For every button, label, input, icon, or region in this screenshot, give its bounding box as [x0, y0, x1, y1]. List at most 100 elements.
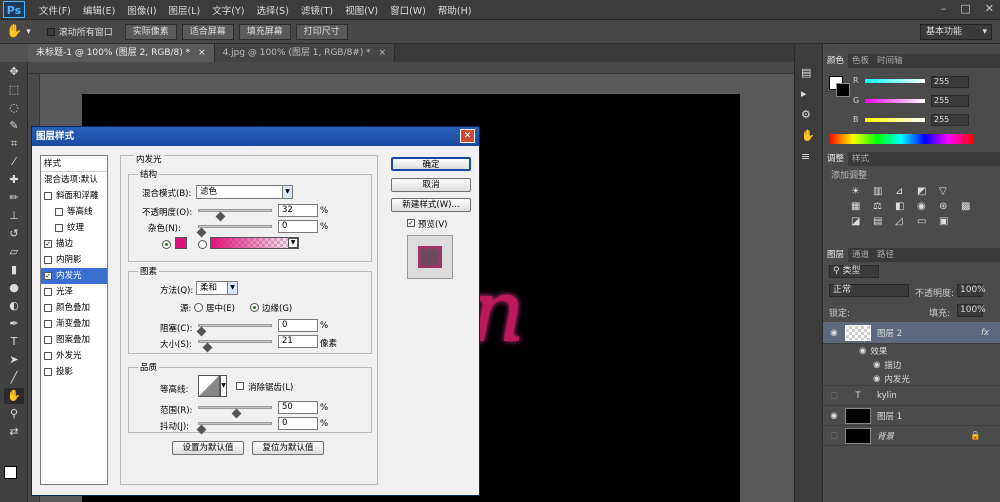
layer-name[interactable]: 图层 2	[877, 327, 902, 339]
zoom-tool-icon[interactable]: ⚲	[4, 406, 24, 422]
menu-image[interactable]: 图像(I)	[121, 3, 162, 17]
style-item[interactable]: 斜面和浮雕	[41, 188, 107, 204]
reset-default-button[interactable]: 复位为默认值	[252, 441, 324, 455]
tab-close-icon[interactable]: ×	[379, 48, 387, 58]
tab-paths[interactable]: 路径	[873, 248, 898, 262]
menu-select[interactable]: 选择(S)	[250, 3, 294, 17]
blend-mode-select[interactable]: 滤色 ▼	[196, 185, 293, 199]
style-item[interactable]: 外发光	[41, 348, 107, 364]
fit-screen-button[interactable]: 适合屏幕	[181, 23, 234, 40]
levels-icon[interactable]: ▥	[873, 186, 891, 197]
menu-file[interactable]: 文件(F)	[33, 3, 77, 17]
style-checkbox[interactable]	[44, 320, 52, 328]
exposure-icon[interactable]: ◩	[917, 186, 935, 197]
style-item[interactable]: ✓ 内发光	[41, 268, 107, 284]
style-item[interactable]: ✓ 描边	[41, 236, 107, 252]
blur-tool-icon[interactable]: ●	[4, 280, 24, 296]
properties-panel-icon[interactable]: ⚙	[801, 108, 816, 121]
dialog-close-icon[interactable]: ✕	[460, 129, 475, 143]
style-item[interactable]: 颜色叠加	[41, 300, 107, 316]
clone-stamp-icon[interactable]: ⊥	[4, 208, 24, 224]
style-checkbox[interactable]	[44, 304, 52, 312]
style-item[interactable]: 光泽	[41, 284, 107, 300]
move-tool-icon[interactable]: ✥	[4, 64, 24, 80]
jitter-slider[interactable]	[198, 422, 272, 425]
tab-adjustments[interactable]: 调整	[823, 152, 849, 166]
eraser-tool-icon[interactable]: ▱	[4, 244, 24, 260]
style-item[interactable]: 内阴影	[41, 252, 107, 268]
style-item[interactable]: 混合选项:默认	[41, 172, 107, 188]
brush-tool-icon[interactable]: ✏	[4, 190, 24, 206]
crop-tool-icon[interactable]: ⌗	[4, 136, 24, 152]
opacity-input[interactable]: 32	[278, 204, 318, 217]
curves-icon[interactable]: ⊿	[895, 186, 913, 197]
style-item[interactable]: 图案叠加	[41, 332, 107, 348]
menu-window[interactable]: 窗口(W)	[384, 3, 432, 17]
style-checkbox[interactable]	[44, 368, 52, 376]
healing-brush-icon[interactable]: ✚	[4, 172, 24, 188]
contour-chevron-icon[interactable]: ▼	[220, 375, 227, 397]
fx-icon[interactable]: fx	[981, 328, 989, 338]
make-default-button[interactable]: 设置为默认值	[172, 441, 244, 455]
menu-view[interactable]: 视图(V)	[339, 3, 384, 17]
gradient-tool-icon[interactable]: ▮	[4, 262, 24, 278]
hue-icon[interactable]: ▦	[851, 201, 869, 212]
noise-input[interactable]: 0	[278, 220, 318, 233]
style-item[interactable]: 等高线	[41, 204, 107, 220]
pen-tool-icon[interactable]: ✒	[4, 316, 24, 332]
style-checkbox[interactable]	[44, 288, 52, 296]
layer-name[interactable]: 图层 1	[877, 410, 902, 422]
green-slider[interactable]	[865, 98, 925, 103]
tab-close-icon[interactable]: ×	[198, 48, 206, 58]
range-input[interactable]: 50	[278, 401, 318, 414]
actions-panel-icon[interactable]: ▸	[801, 87, 816, 100]
color-spectrum-bar[interactable]	[829, 134, 973, 144]
brush-panel-icon[interactable]: ≡	[801, 150, 816, 163]
marquee-tool-icon[interactable]: ⬚	[4, 82, 24, 98]
menu-filter[interactable]: 滤镜(T)	[295, 3, 339, 17]
maximize-icon[interactable]: □	[960, 2, 970, 15]
lasso-tool-icon[interactable]: ◌	[4, 100, 24, 116]
history-brush-icon[interactable]: ↺	[4, 226, 24, 242]
tab-4-jpg[interactable]: 4.jpg @ 100% (图层 1, RGB/8#) * ×	[214, 44, 396, 62]
bw-icon[interactable]: ◧	[895, 201, 913, 212]
fill-field[interactable]: 100%	[957, 304, 986, 317]
opacity-slider[interactable]	[198, 209, 272, 212]
visibility-eye-icon[interactable]: ◉	[823, 411, 845, 421]
selective-color-icon[interactable]: ▣	[939, 216, 957, 227]
workspace-switcher[interactable]: 基本功能 ▾	[920, 24, 992, 40]
style-checkbox[interactable]	[44, 256, 52, 264]
style-item[interactable]: 投影	[41, 364, 107, 380]
visibility-eye-icon[interactable]: ◉	[823, 328, 845, 338]
type-tool-icon[interactable]: T	[4, 334, 24, 350]
actual-pixels-button[interactable]: 实际像素	[124, 23, 177, 40]
ok-button[interactable]: 确定	[391, 157, 471, 171]
foreground-color-swatch[interactable]	[4, 466, 17, 479]
gradient-picker[interactable]	[210, 237, 299, 249]
close-icon[interactable]: ✕	[985, 2, 994, 15]
opacity-field[interactable]: 100%	[957, 284, 986, 297]
choke-slider[interactable]	[198, 324, 272, 327]
anti-alias-checkbox[interactable]	[236, 382, 244, 390]
tab-swatches[interactable]: 色板	[848, 54, 873, 68]
photo-filter-icon[interactable]: ◉	[917, 201, 935, 212]
eyedropper-tool-icon[interactable]: ⁄	[4, 154, 24, 170]
new-style-button[interactable]: 新建样式(W)...	[391, 198, 471, 212]
size-input[interactable]: 21	[278, 335, 318, 348]
style-checkbox[interactable]: ✓	[44, 272, 52, 280]
visibility-eye-icon[interactable]: ▢	[823, 431, 845, 441]
visibility-eye-icon[interactable]: ▢	[823, 391, 845, 401]
effects-row[interactable]: ◉ 效果	[823, 344, 1000, 358]
blue-slider[interactable]	[865, 117, 925, 122]
tab-timeline[interactable]: 时间轴	[873, 54, 907, 68]
green-value[interactable]: 255	[931, 95, 969, 107]
tool-presets-icon[interactable]: ✋	[801, 129, 816, 142]
vibrance-icon[interactable]: ▽	[939, 186, 957, 197]
history-panel-icon[interactable]: ▤	[801, 66, 816, 79]
tab-color[interactable]: 颜色	[823, 54, 849, 68]
preview-checkbox[interactable]: ✓	[407, 219, 415, 227]
effect-inner-glow-row[interactable]: ◉ 内发光	[823, 372, 1000, 386]
hand-tool-icon[interactable]: ✋	[4, 388, 24, 404]
tab-layers[interactable]: 图层	[823, 248, 849, 262]
contour-picker[interactable]	[198, 375, 220, 397]
